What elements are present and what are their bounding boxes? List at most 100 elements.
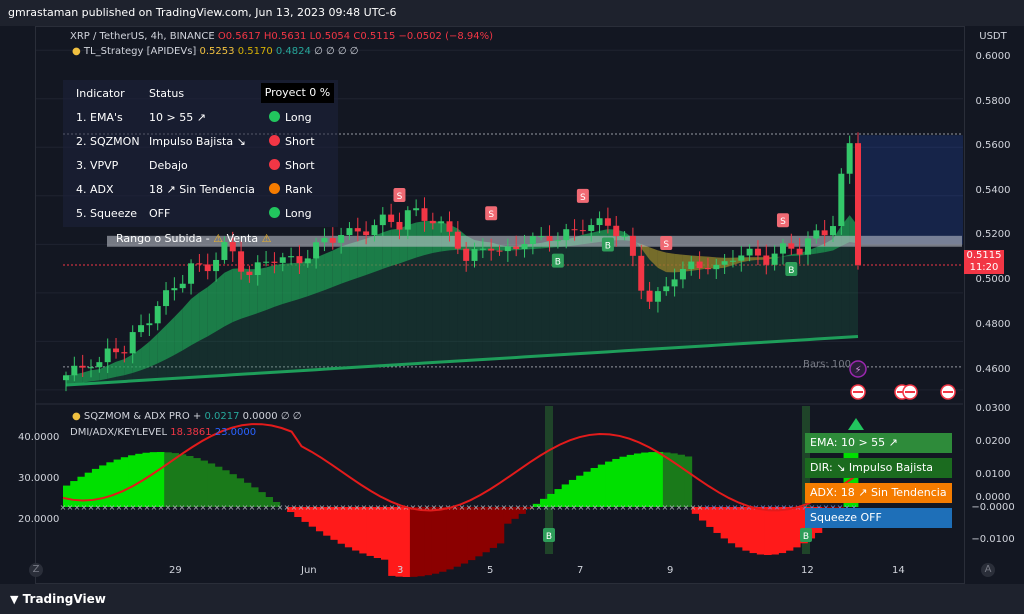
squeeze-dot: × [361, 503, 368, 512]
momentum-histogram-bar [337, 507, 346, 544]
tradingview-logo[interactable]: ▼ TradingView [10, 592, 106, 606]
table-header-status: Status [149, 87, 185, 100]
row-indicator: 4. ADX [76, 183, 114, 196]
candle-body [846, 143, 853, 174]
strategy-name[interactable]: TL_Strategy [APIDEVs] [84, 46, 196, 57]
candle-body [671, 279, 678, 287]
price-axis[interactable]: USDT 0.6000 0.5800 0.5600 0.5400 0.5200 … [964, 26, 1024, 582]
row-indicator: 2. SQZMON [76, 135, 140, 148]
squeeze-dot: × [144, 503, 151, 512]
trend-shade [316, 290, 325, 370]
ema-cloud [191, 292, 200, 346]
dmi-name[interactable]: DMI/ADX/KEYLEVEL [70, 427, 167, 438]
squeeze-dot: × [473, 503, 480, 512]
ema-cloud [241, 268, 250, 319]
strategy-value-1: 0.5253 [199, 46, 235, 57]
candle-body [621, 235, 628, 237]
candle-body [571, 229, 578, 231]
squeeze-dot: × [389, 503, 396, 512]
momentum-histogram-bar [352, 507, 360, 551]
price-label: 0.4600 [975, 364, 1011, 375]
candle-body [163, 290, 170, 307]
buy-signal-label: B [605, 241, 611, 251]
trend-shade [616, 240, 625, 352]
squeeze-dot: × [193, 503, 200, 512]
candle-body [346, 228, 353, 236]
squeeze-dot: × [130, 503, 137, 512]
squeeze-dot: × [88, 503, 95, 512]
osc-right-label: 0.0300 [975, 403, 1011, 414]
zoom-button[interactable]: Z [29, 563, 43, 577]
squeeze-dot: × [571, 503, 578, 512]
osc-buy-label: B [546, 532, 552, 542]
squeeze-dot: × [137, 503, 144, 512]
candle-body [696, 261, 703, 269]
candle-body [388, 214, 395, 222]
trend-shade [174, 350, 183, 379]
squeeze-dot: × [564, 503, 571, 512]
trend-shade [841, 242, 850, 338]
candle-body [79, 365, 86, 368]
candle-body [763, 255, 770, 265]
squeeze-dot: × [487, 503, 494, 512]
auto-scale-button[interactable]: A [981, 563, 995, 577]
info-squeeze: Squeeze OFF [805, 508, 952, 528]
high-value: H0.5631 [263, 31, 307, 42]
momentum-histogram-bar [597, 464, 606, 507]
momentum-histogram-bar [113, 459, 122, 507]
trend-shade [366, 271, 375, 367]
row-indicator: 3. VPVP [76, 159, 119, 172]
current-price: 0.5115 [966, 250, 1002, 261]
squeeze-dot: × [676, 503, 683, 512]
ema-cloud [166, 317, 175, 360]
symbol-name[interactable]: XRP / TetherUS, 4h, BINANCE [70, 31, 215, 42]
candle-body [521, 243, 528, 250]
momentum-histogram-bar [677, 454, 685, 507]
trend-shade [749, 257, 758, 344]
trend-shade [666, 252, 675, 349]
squeeze-dot: × [592, 503, 599, 512]
price-label: 0.6000 [975, 51, 1011, 62]
trend-shade [741, 257, 750, 344]
ema-cloud [182, 298, 192, 351]
squeeze-dot: × [641, 503, 648, 512]
squeeze-dot: × [578, 503, 585, 512]
trend-shade [532, 248, 542, 357]
momentum-histogram-bar [619, 456, 628, 507]
momentum-histogram-bar [99, 465, 107, 507]
candle-body [88, 367, 95, 369]
price-zone-highlight [858, 135, 963, 245]
trend-shade [674, 253, 683, 348]
momentum-histogram-bar [453, 507, 461, 567]
current-price-tag: 0.5115 11:20 [964, 250, 1004, 274]
momentum-histogram-bar [222, 470, 230, 507]
ema-cloud [391, 228, 400, 266]
info-adx: ADX: 18 ↗ Sin Tendencia [805, 483, 952, 503]
time-label: 3 [397, 565, 404, 576]
squeeze-dot: × [508, 503, 515, 512]
candle-body [379, 214, 386, 226]
trend-shade [432, 251, 442, 363]
trend-shade [824, 250, 833, 339]
oscillator-name[interactable]: SQZMOM & ADX PRO + [84, 411, 201, 422]
squeeze-dot: × [312, 503, 319, 512]
squeeze-dot: × [74, 503, 81, 512]
candle-body [471, 249, 478, 261]
squeeze-dot: × [165, 503, 172, 512]
momentum-histogram-bar [792, 507, 801, 548]
dmi-value-2: 23.0000 [214, 427, 257, 438]
squeeze-dot: × [669, 503, 676, 512]
time-label: 29 [169, 565, 182, 576]
ema-cloud [249, 269, 258, 317]
sell-signal-label: S [488, 210, 494, 220]
price-label: 0.5000 [975, 274, 1011, 285]
candle-body [629, 235, 636, 256]
candle-body [96, 362, 103, 368]
momentum-histogram-bar [467, 507, 476, 561]
ema-cloud [316, 254, 325, 294]
ema-cloud [207, 280, 217, 337]
candle-body [329, 237, 336, 243]
squeeze-dot: × [480, 503, 487, 512]
squeeze-dot: × [606, 503, 613, 512]
momentum-histogram-bar [662, 452, 671, 507]
